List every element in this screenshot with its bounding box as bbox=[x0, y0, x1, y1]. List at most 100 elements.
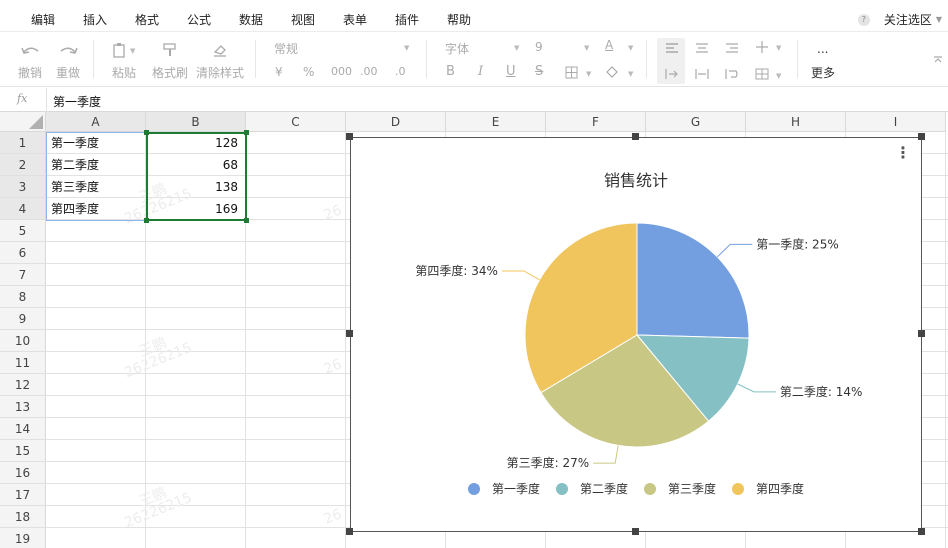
menu-edit[interactable]: 编辑 bbox=[31, 11, 55, 28]
font-family-select[interactable]: 字体 bbox=[445, 40, 469, 57]
underline-button[interactable]: U bbox=[506, 64, 516, 79]
chart-resize-handle[interactable] bbox=[346, 528, 353, 535]
row-header-13[interactable]: 13 bbox=[0, 396, 46, 418]
font-size-select[interactable]: 9 bbox=[535, 40, 543, 54]
row-header-14[interactable]: 14 bbox=[0, 418, 46, 440]
row-header-2[interactable]: 2 bbox=[0, 154, 46, 176]
help-icon[interactable]: ? bbox=[857, 13, 870, 26]
currency-button[interactable]: ¥ bbox=[275, 65, 283, 79]
row-header-17[interactable]: 17 bbox=[0, 484, 46, 506]
chart-resize-handle[interactable] bbox=[918, 528, 925, 535]
legend-item-q2[interactable]: 第二季度 bbox=[555, 480, 628, 497]
undo-button[interactable]: 撤销 bbox=[18, 64, 42, 81]
chevron-down-icon[interactable]: ▼ bbox=[628, 44, 633, 52]
percent-button[interactable]: % bbox=[303, 65, 314, 79]
border-icon[interactable] bbox=[565, 66, 578, 79]
row-header-3[interactable]: 3 bbox=[0, 176, 46, 198]
row-header-4[interactable]: 4 bbox=[0, 198, 46, 220]
column-header-b[interactable]: B bbox=[146, 112, 246, 132]
chart-resize-handle[interactable] bbox=[918, 133, 925, 140]
thousands-button[interactable]: 000 bbox=[331, 65, 352, 78]
wrap-text-icon[interactable] bbox=[725, 68, 739, 80]
column-header-d[interactable]: D bbox=[346, 112, 446, 132]
chevron-down-icon[interactable]: ▼ bbox=[628, 70, 633, 78]
menu-formula[interactable]: 公式 bbox=[187, 11, 211, 28]
more-dots-icon[interactable]: ... bbox=[817, 42, 828, 56]
align-right-icon[interactable] bbox=[725, 42, 739, 54]
column-header-f[interactable]: F bbox=[546, 112, 646, 132]
eraser-icon[interactable] bbox=[212, 42, 228, 58]
row-header-19[interactable]: 19 bbox=[0, 528, 46, 548]
more-button[interactable]: 更多 bbox=[811, 64, 835, 81]
row-header-10[interactable]: 10 bbox=[0, 330, 46, 352]
strikethrough-button[interactable]: S bbox=[535, 64, 543, 79]
menu-view[interactable]: 视图 bbox=[291, 11, 315, 28]
bold-button[interactable]: B bbox=[446, 64, 455, 79]
merge-horizontal-icon[interactable] bbox=[695, 68, 709, 80]
increase-decimal-button[interactable]: .00 bbox=[360, 65, 378, 78]
clear-format-button[interactable]: 清除样式 bbox=[196, 64, 244, 81]
column-header-c[interactable]: C bbox=[246, 112, 346, 132]
fill-color-icon[interactable] bbox=[604, 65, 619, 79]
row-header-18[interactable]: 18 bbox=[0, 506, 46, 528]
selection-handle[interactable] bbox=[244, 130, 249, 135]
column-header-e[interactable]: E bbox=[446, 112, 546, 132]
format-painter-button[interactable]: 格式刷 bbox=[152, 64, 188, 81]
selection-handle[interactable] bbox=[144, 130, 149, 135]
menu-plugins[interactable]: 插件 bbox=[395, 11, 419, 28]
column-header-h[interactable]: H bbox=[746, 112, 846, 132]
chevron-down-icon[interactable]: ▼ bbox=[130, 47, 135, 55]
row-header-5[interactable]: 5 bbox=[0, 220, 46, 242]
chevron-down-icon[interactable]: ▼ bbox=[586, 70, 591, 78]
row-header-11[interactable]: 11 bbox=[0, 352, 46, 374]
selection-handle[interactable] bbox=[144, 218, 149, 223]
row-header-8[interactable]: 8 bbox=[0, 286, 46, 308]
legend-item-q3[interactable]: 第三季度 bbox=[644, 480, 716, 497]
chevron-down-icon[interactable]: ▼ bbox=[776, 72, 781, 80]
row-header-15[interactable]: 15 bbox=[0, 440, 46, 462]
row-header-1[interactable]: 1 bbox=[0, 132, 46, 154]
chart-resize-handle[interactable] bbox=[632, 133, 639, 140]
follow-selection-control[interactable]: ? 关注选区 ▼ bbox=[857, 11, 942, 28]
row-header-6[interactable]: 6 bbox=[0, 242, 46, 264]
column-header-i[interactable]: I bbox=[846, 112, 946, 132]
chevron-down-icon[interactable]: ▼ bbox=[584, 44, 589, 52]
formula-input[interactable]: 第一季度 bbox=[53, 93, 101, 110]
chevron-down-icon[interactable]: ▼ bbox=[514, 44, 519, 52]
indent-icon[interactable] bbox=[665, 68, 679, 80]
italic-button[interactable]: I bbox=[478, 64, 483, 79]
menu-help[interactable]: 帮助 bbox=[447, 11, 471, 28]
menu-insert[interactable]: 插入 bbox=[83, 11, 107, 28]
redo-button[interactable]: 重做 bbox=[56, 64, 80, 81]
row-header-16[interactable]: 16 bbox=[0, 462, 46, 484]
menu-data[interactable]: 数据 bbox=[239, 11, 263, 28]
paste-button[interactable]: 粘贴 bbox=[112, 64, 136, 81]
chevron-down-icon[interactable]: ▼ bbox=[776, 44, 781, 52]
chart-resize-handle[interactable] bbox=[346, 133, 353, 140]
chart-resize-handle[interactable] bbox=[918, 330, 925, 337]
chart-resize-handle[interactable] bbox=[632, 528, 639, 535]
align-left-icon[interactable] bbox=[665, 42, 679, 54]
merge-cells-icon[interactable] bbox=[755, 68, 769, 80]
legend-item-q4[interactable]: 第四季度 bbox=[732, 480, 804, 497]
decrease-decimal-button[interactable]: .0 bbox=[395, 65, 406, 78]
collapse-toolbar-icon[interactable] bbox=[933, 56, 943, 64]
menu-form[interactable]: 表单 bbox=[343, 11, 367, 28]
paste-icon[interactable] bbox=[112, 42, 126, 58]
text-color-button[interactable]: A bbox=[605, 38, 613, 52]
legend-item-q1[interactable]: 第一季度 bbox=[467, 480, 540, 497]
select-all-corner[interactable] bbox=[0, 112, 46, 132]
undo-icon[interactable] bbox=[20, 44, 42, 56]
align-center-icon[interactable] bbox=[695, 42, 709, 54]
row-header-12[interactable]: 12 bbox=[0, 374, 46, 396]
row-header-9[interactable]: 9 bbox=[0, 308, 46, 330]
menu-format[interactable]: 格式 bbox=[135, 11, 159, 28]
column-header-g[interactable]: G bbox=[646, 112, 746, 132]
vertical-align-icon[interactable] bbox=[755, 40, 769, 54]
pie-slice[interactable] bbox=[636, 222, 750, 339]
chart-resize-handle[interactable] bbox=[346, 330, 353, 337]
chevron-down-icon[interactable]: ▼ bbox=[404, 44, 409, 52]
pie-chart[interactable]: 销售统计 ⋮ 第一季度: 25% 第二季度: 14% 第三季度: 27% 第四季度: … bbox=[350, 137, 922, 532]
format-painter-icon[interactable] bbox=[163, 42, 177, 58]
number-format-select[interactable]: 常规 bbox=[274, 40, 298, 57]
